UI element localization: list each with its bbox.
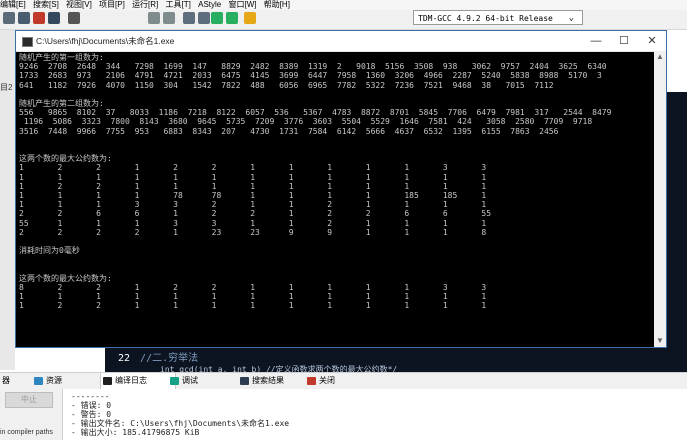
menu-view[interactable]: 视图[V]	[66, 0, 92, 9]
resources-icon	[34, 377, 43, 385]
menu-astyle[interactable]: AStyle	[198, 0, 221, 9]
stop-button[interactable]: 中止	[5, 392, 53, 408]
scroll-down-icon[interactable]: ▼	[654, 335, 666, 347]
chart-icon	[103, 377, 112, 385]
console-line: 1 2 2 1 1 1 1 1 1 1 1 1 1	[19, 181, 487, 191]
console-line: 641 1182 7926 4070 1150 304 1542 7822 48…	[19, 80, 554, 90]
console-line: 这两个数的最大公约数为:	[19, 273, 112, 283]
code-comment: //二.穷举法	[140, 353, 199, 364]
line-number: 22	[118, 353, 131, 364]
menu-tools[interactable]: 工具[T]	[166, 0, 191, 9]
compiler-select-value: TDM-GCC 4.9.2 64-bit Release	[418, 14, 553, 23]
console-line: 1 2 2 1 2 2 1 1 1 1 1 3 3	[19, 163, 487, 173]
menu-edit[interactable]: 编辑[E]	[0, 0, 26, 9]
toolbar-icon[interactable]	[244, 12, 256, 24]
tab-compile-log-label: 编译日志	[115, 376, 147, 385]
menu-window[interactable]: 窗口[W]	[228, 0, 256, 9]
tab-compile-log[interactable]: 编译日志	[100, 373, 176, 389]
tab-resources-label: 资源	[46, 376, 62, 385]
toolbar-icon[interactable]	[18, 12, 30, 24]
tab-close[interactable]: 关闭	[305, 373, 335, 389]
compiler-paths-label[interactable]: in compiler paths	[0, 429, 53, 436]
console-app-icon	[22, 37, 33, 47]
compiler-select[interactable]: TDM-GCC 4.9.2 64-bit Release ⌄	[413, 10, 583, 25]
menu-bar: 编辑[E] 搜索[S] 视图[V] 项目[P] 运行[R] 工具[T] ASty…	[0, 0, 687, 10]
close-icon	[307, 377, 316, 385]
console-line: 55 1 1 1 3 3 1 1 2 1 1 1 1	[19, 218, 487, 228]
toolbar-icon[interactable]	[211, 12, 223, 24]
tab-compiler[interactable]: 器	[0, 373, 10, 389]
console-line: 556 9865 8102 37 8033 1186 7218 8122 605…	[19, 108, 612, 118]
find-icon[interactable]	[148, 12, 160, 24]
toolbar	[0, 10, 687, 30]
menu-run[interactable]: 运行[R]	[132, 0, 158, 9]
minimize-icon[interactable]: —	[582, 31, 610, 51]
log-line: --------	[71, 392, 110, 401]
compile-log-output: -------- - 错误: 0- 警告: 0- 输出文件名: C:\Users\…	[62, 389, 687, 440]
log-line: - 输出文件名: C:\Users\fhj\Documents\未命名1.exe	[71, 419, 290, 428]
console-line: 8 2 2 1 2 2 1 1 1 1 1 3 3	[19, 283, 487, 293]
console-window[interactable]: C:\Users\fhj\Documents\未命名1.exe — ☐ ✕ 随机…	[15, 30, 667, 348]
toolbar-icon[interactable]	[48, 12, 60, 24]
console-line: 1 2 2 1 1 1 1 1 1 1 1 1 1	[19, 301, 487, 311]
scroll-up-icon[interactable]: ▲	[654, 51, 666, 63]
tab-debug[interactable]: 调试	[168, 373, 198, 389]
log-line: - 错误: 0	[71, 401, 112, 410]
console-line: 1196 5086 3323 7800 8143 3680 9645 5735 …	[19, 117, 593, 127]
toolbar-icon[interactable]	[33, 12, 45, 24]
tab-debug-label: 调试	[182, 376, 198, 385]
chevron-down-icon: ⌄	[568, 13, 574, 23]
tab-search-results[interactable]: 搜索结果	[238, 373, 284, 389]
console-line: 1 1 1 1 78 78 1 1 1 1 185 185 1	[19, 191, 487, 201]
console-line: 2 2 2 2 1 23 23 9 9 1 1 1 8	[19, 227, 487, 237]
toolbar-icon[interactable]	[198, 12, 210, 24]
maximize-icon[interactable]: ☐	[610, 31, 638, 51]
tab-search-results-label: 搜索结果	[252, 376, 284, 385]
toolbar-icon[interactable]	[183, 12, 195, 24]
console-line: 随机产生的第二组数为:	[19, 99, 104, 109]
project-panel: 目2	[0, 30, 15, 370]
console-line: 这两个数的最大公约数为:	[19, 154, 112, 164]
console-scrollbar[interactable]: ▲ ▼	[654, 51, 666, 347]
console-line: 1 1 1 1 1 1 1 1 1 1 1 1 1	[19, 292, 487, 302]
console-output: 随机产生的第一组数为: 9246 2708 2648 344 7298 1699 …	[19, 53, 652, 345]
search-icon	[240, 377, 249, 385]
console-line: 2 2 6 6 1 2 2 1 2 2 6 6 55	[19, 209, 492, 219]
menu-project[interactable]: 项目[P]	[99, 0, 125, 9]
print-icon[interactable]	[68, 12, 80, 24]
editor-edge	[667, 92, 687, 338]
project-label: 目2	[0, 83, 13, 92]
log-line: - 警告: 0	[71, 410, 112, 419]
close-icon[interactable]: ✕	[638, 31, 666, 51]
tab-resources[interactable]: 资源	[32, 373, 62, 389]
compiler-options-panel: 中止 in compiler paths	[0, 389, 62, 440]
bottom-tab-bar: 器 资源 编译日志 调试 搜索结果 关闭	[0, 372, 687, 390]
menu-help[interactable]: 帮助[H]	[264, 0, 290, 9]
console-line: 1 1 1 1 1 1 1 1 1 1 1 1 1	[19, 172, 487, 182]
toolbar-icon[interactable]	[226, 12, 238, 24]
console-title: C:\Users\fhj\Documents\未命名1.exe	[36, 36, 175, 46]
menu-search[interactable]: 搜索[S]	[33, 0, 59, 9]
replace-icon[interactable]	[163, 12, 175, 24]
console-line: 随机产生的第一组数为:	[19, 53, 104, 62]
tab-close-label: 关闭	[319, 376, 335, 385]
console-line: 9246 2708 2648 344 7298 1699 147 8829 24…	[19, 62, 607, 72]
console-line: 1 1 1 3 3 2 1 1 2 1 1 1 1	[19, 200, 487, 210]
console-line: 3516 7448 9966 7755 953 6883 8343 207 47…	[19, 126, 559, 136]
toolbar-icon[interactable]	[3, 12, 15, 24]
console-title-bar[interactable]: C:\Users\fhj\Documents\未命名1.exe — ☐ ✕	[16, 31, 666, 52]
console-line: 消耗时间为0毫秒	[19, 246, 80, 256]
code-line: 22 //二.穷举法	[118, 349, 198, 364]
log-line: - 输出大小: 185.41796875 KiB	[71, 428, 200, 437]
check-icon	[170, 377, 179, 385]
console-line: 1733 2683 973 2106 4791 4721 2033 6475 4…	[19, 71, 602, 81]
